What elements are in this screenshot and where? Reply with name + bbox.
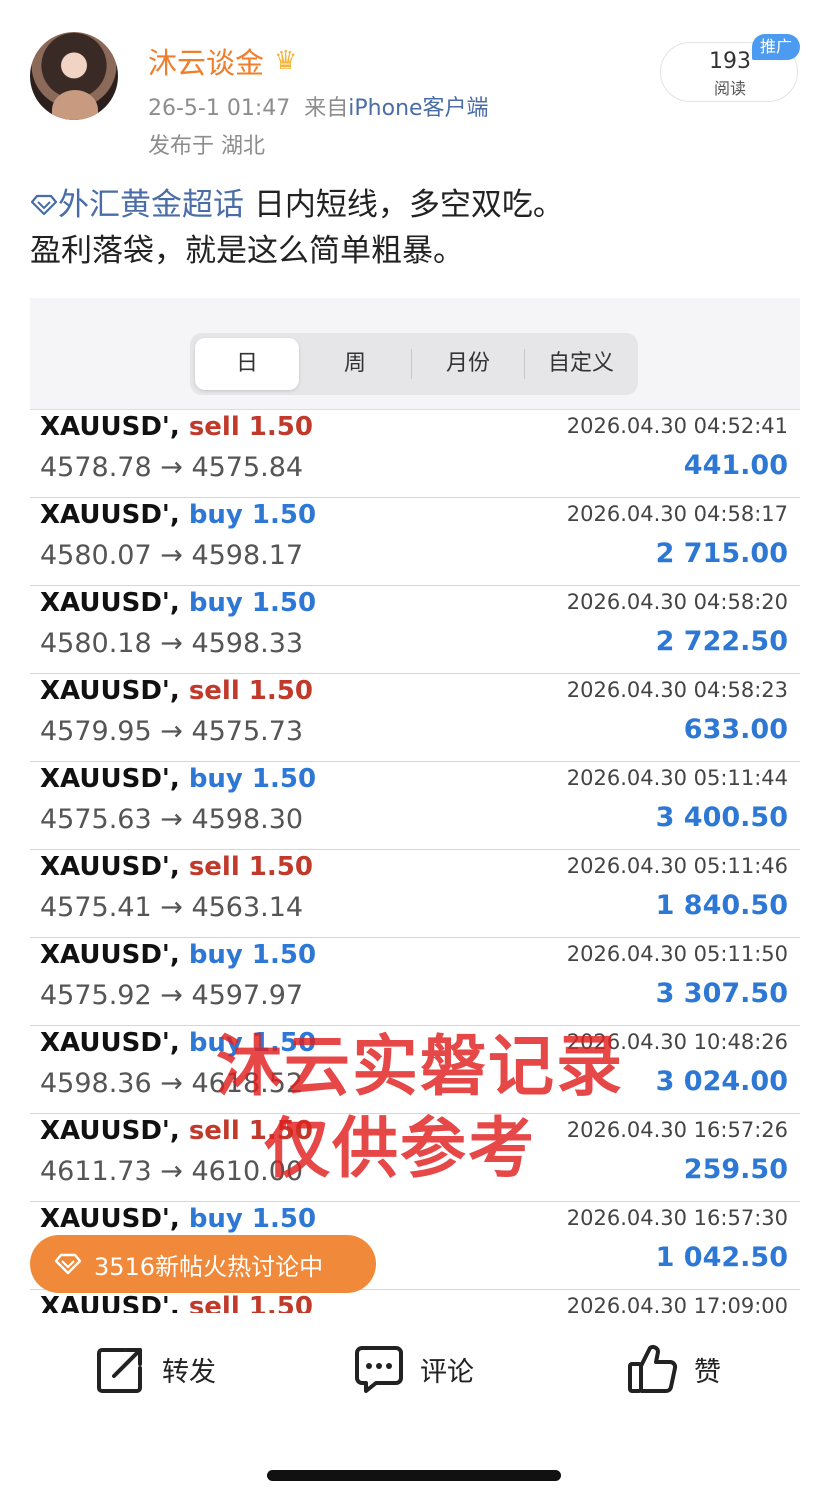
trade-time: 2026.04.30 05:11:50 [566,942,788,966]
trade-symbol: XAUUSD', sell 1.50 [40,852,313,882]
trade-time: 2026.04.30 04:58:23 [566,678,788,702]
author-name[interactable]: 沐云谈金 [148,40,264,82]
trade-time: 2026.04.30 04:52:41 [566,414,788,438]
post-header: 沐云谈金 ♛ 26-5-1 01:47 来自iPhone客户端 发布于 湖北 1… [0,0,828,170]
trade-side: sell 1.50 [188,852,313,882]
trade-prices: 4578.78 → 4575.84 [40,452,304,483]
trade-prices: 4579.95 → 4575.73 [40,716,304,747]
trade-profit: 2 715.00 [655,538,788,569]
like-label: 赞 [694,1356,721,1388]
trade-symbol: XAUUSD', buy 1.50 [40,588,317,618]
repost-button[interactable]: 转发 [94,1342,216,1396]
diamond-icon [30,194,58,216]
home-indicator[interactable] [267,1470,561,1481]
post-text-line2: 盈利落袋，就是这么简单粗暴。 [30,233,464,269]
trade-side: sell 1.50 [188,1292,313,1313]
promo-badge: 推广 [752,34,800,60]
source-prefix: 来自 [304,96,349,121]
trade-row[interactable]: XAUUSD', sell 1.50 2026.04.30 05:11:46 4… [30,850,800,938]
comment-button[interactable]: 评论 [352,1342,474,1396]
trade-profit: 3 400.50 [655,802,788,833]
trade-side: buy 1.50 [188,500,317,530]
trade-symbol: XAUUSD', buy 1.50 [40,500,317,530]
trade-profit: 3 307.50 [655,978,788,1009]
topic-label: 外汇黄金超话 [58,187,244,223]
trade-row[interactable]: XAUUSD', buy 1.50 2026.04.30 04:58:20 45… [30,586,800,674]
topic-link[interactable]: 外汇黄金超话 [30,187,244,223]
trade-prices: 4575.92 → 4597.97 [40,980,304,1011]
thumbs-up-icon [628,1345,678,1393]
tab-custom[interactable]: 自定义 [525,338,637,390]
source-link[interactable]: iPhone客户端 [348,96,488,121]
comment-label: 评论 [420,1356,474,1388]
trade-profit: 633.00 [683,714,788,745]
action-bar: 转发 评论 赞 [0,1314,828,1424]
trade-symbol: XAUUSD', sell 1.50 [40,412,313,442]
diamond-icon [54,1253,82,1275]
trade-time: 2026.04.30 17:09:00 [566,1294,788,1313]
tab-day[interactable]: 日 [195,338,299,390]
avatar[interactable] [30,32,118,120]
post-location: 发布于 湖北 [148,134,265,159]
post-body: 外汇黄金超话 日内短线，多空双吃。 盈利落袋，就是这么简单粗暴。 [30,182,800,274]
post-time: 26-5-1 01:47 [148,96,291,121]
trade-side: buy 1.50 [188,1204,317,1234]
trade-side: buy 1.50 [188,588,317,618]
trade-time: 2026.04.30 16:57:30 [566,1206,788,1230]
trade-row[interactable]: XAUUSD', buy 1.50 2026.04.30 04:58:17 45… [30,498,800,586]
tab-week[interactable]: 周 [299,338,411,390]
trade-profit: 2 722.50 [655,626,788,657]
trade-history-screenshot[interactable]: 日 周 月份 自定义 XAUUSD', sell 1.50 2026.04.30… [30,298,800,1313]
trade-row[interactable]: XAUUSD', sell 1.50 2026.04.30 17:09:00 [30,1290,800,1313]
trade-row[interactable]: XAUUSD', buy 1.50 2026.04.30 05:11:44 45… [30,762,800,850]
trade-symbol: XAUUSD', buy 1.50 [40,764,317,794]
trade-time: 2026.04.30 04:58:17 [566,502,788,526]
trade-profit: 441.00 [683,450,788,481]
read-label: 阅读 [713,79,746,98]
trade-prices: 4580.18 → 4598.33 [40,628,304,659]
trade-time: 2026.04.30 05:11:46 [566,854,788,878]
trade-profit: 1 840.50 [655,890,788,921]
period-bar: 日 周 月份 自定义 [30,298,800,410]
share-icon [97,1348,142,1393]
post-meta: 26-5-1 01:47 来自iPhone客户端 [148,90,489,122]
watermark-overlay: 沐云实磐记录 仅供参考 [190,1026,650,1190]
trade-profit: 3 024.00 [655,1066,788,1097]
trade-symbol: XAUUSD', buy 1.50 [40,940,317,970]
trade-symbol: XAUUSD', sell 1.50 [40,1292,313,1313]
comment-icon [355,1346,403,1393]
crown-icon: ♛ [274,46,298,76]
trade-row[interactable]: XAUUSD', sell 1.50 2026.04.30 04:58:23 4… [30,674,800,762]
trade-time: 2026.04.30 05:11:44 [566,766,788,790]
like-button[interactable]: 赞 [626,1342,721,1396]
trade-profit: 1 042.50 [655,1242,788,1273]
tab-month[interactable]: 月份 [412,338,524,390]
trade-side: buy 1.50 [188,940,317,970]
trade-symbol: XAUUSD', buy 1.50 [40,1204,317,1234]
trade-prices: 4580.07 → 4598.17 [40,540,304,571]
hot-discussion-label: 3516新帖火热讨论中 [94,1252,324,1281]
trade-prices: 4575.41 → 4563.14 [40,892,304,923]
trade-time: 2026.04.30 04:58:20 [566,590,788,614]
post-text-line1: 日内短线，多空双吃。 [253,187,564,223]
trade-row[interactable]: XAUUSD', buy 1.50 2026.04.30 05:11:50 45… [30,938,800,1026]
watermark-line1: 沐云实磐记录 [216,1028,624,1105]
watermark-line2: 仅供参考 [264,1110,536,1187]
period-segmented-control: 日 周 月份 自定义 [190,333,638,395]
trade-symbol: XAUUSD', sell 1.50 [40,676,313,706]
trade-side: sell 1.50 [188,676,313,706]
trade-side: sell 1.50 [188,412,313,442]
trade-profit: 259.50 [683,1154,788,1185]
author-name-row[interactable]: 沐云谈金 ♛ [148,40,297,82]
repost-label: 转发 [162,1356,216,1388]
trade-side: buy 1.50 [188,764,317,794]
hot-discussion-pill[interactable]: 3516新帖火热讨论中 [30,1235,376,1293]
trade-row[interactable]: XAUUSD', sell 1.50 2026.04.30 04:52:41 4… [30,410,800,498]
trade-prices: 4575.63 → 4598.30 [40,804,304,835]
